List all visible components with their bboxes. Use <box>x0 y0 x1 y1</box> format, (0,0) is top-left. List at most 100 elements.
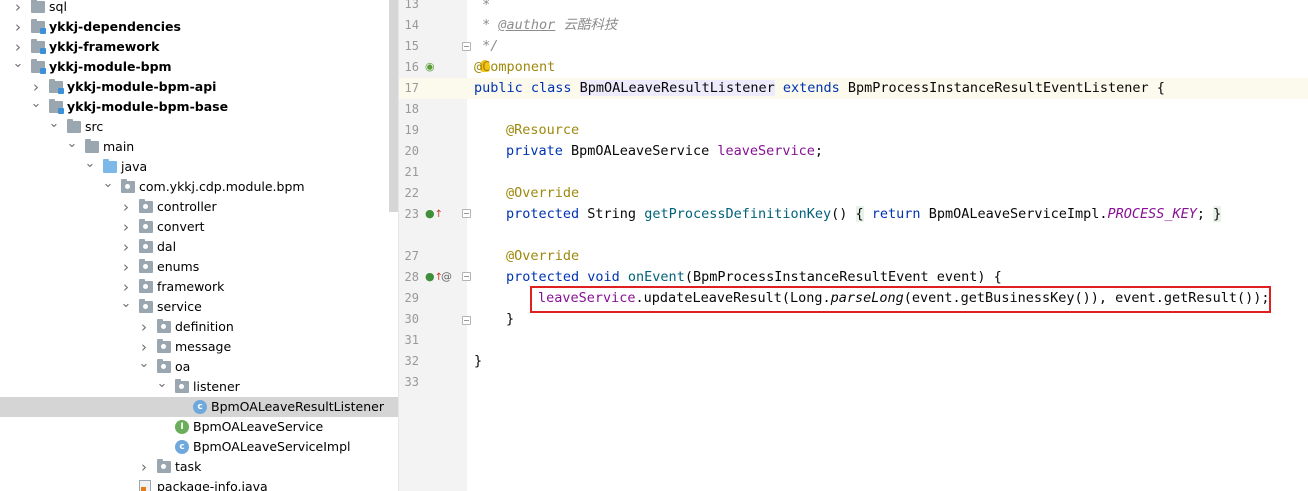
chevron-down-icon[interactable]: ⌄ <box>120 297 132 317</box>
annotation: @Override <box>506 248 580 264</box>
keyword: protected <box>506 206 588 222</box>
fold-marker[interactable] <box>462 42 471 51</box>
code-line-28[interactable]: protected void onEvent(BpmProcessInstanc… <box>506 267 1002 288</box>
type-name: String <box>587 206 645 222</box>
package-folder-icon <box>175 379 189 393</box>
tree-item-label: sql <box>49 0 67 14</box>
highlight-box <box>530 286 1271 313</box>
tree-item[interactable]: ⌄ src <box>0 117 398 137</box>
chevron-right-icon[interactable]: › <box>120 237 132 257</box>
code-editor[interactable]: 13 14 15 16 17 18 19 20 21 22 23 27 28 29 30 31 32 33 ◉ ●… <box>399 0 1308 491</box>
tree-item[interactable]: c BpmOALeaveServiceImpl <box>0 437 398 457</box>
tree-item[interactable]: › framework <box>0 277 398 297</box>
code-line-27[interactable]: @Override <box>506 246 579 267</box>
line-number: 19 <box>404 123 419 137</box>
tree-item-label: BpmOALeaveService <box>193 419 324 434</box>
chevron-right-icon[interactable]: › <box>30 77 42 97</box>
tree-item-label: oa <box>175 359 191 374</box>
code-line-30[interactable]: } <box>506 309 514 330</box>
comment: * <box>474 17 499 33</box>
folded-brace[interactable]: } <box>1213 206 1222 222</box>
chevron-down-icon[interactable]: ⌄ <box>156 377 168 397</box>
tree-item[interactable]: › controller <box>0 197 398 217</box>
at-icon[interactable]: @ <box>441 270 452 284</box>
chevron-right-icon[interactable]: › <box>138 317 150 337</box>
spring-bean-icon[interactable]: ◉ <box>425 60 435 74</box>
tree-item-label: ykkj-module-bpm <box>49 59 172 74</box>
tree-item[interactable]: ⌄ main <box>0 137 398 157</box>
chevron-right-icon[interactable]: › <box>120 277 132 297</box>
superclass-name: BpmProcessInstanceResultEventListener { <box>847 80 1165 96</box>
tree-item[interactable]: ⌄ ykkj-module-bpm <box>0 57 398 77</box>
package-folder-icon <box>139 239 153 253</box>
class-name: BpmOALeaveServiceImpl. <box>928 206 1108 222</box>
tree-item[interactable]: › dal <box>0 237 398 257</box>
tree-item[interactable]: › ykkj-module-bpm-api <box>0 77 398 97</box>
tree-item[interactable]: package-info.java <box>0 477 398 491</box>
fold-marker[interactable] <box>462 209 471 218</box>
module-folder-icon <box>49 99 64 114</box>
chevron-right-icon[interactable]: › <box>138 337 150 357</box>
chevron-down-icon[interactable]: ⌄ <box>138 357 150 377</box>
tree-scrollbar[interactable] <box>389 0 398 212</box>
module-folder-icon <box>49 79 64 94</box>
tree-item[interactable]: › sql <box>0 0 398 17</box>
chevron-down-icon[interactable]: ⌄ <box>66 137 78 157</box>
chevron-right-icon[interactable]: › <box>120 217 132 237</box>
tree-item[interactable]: › task <box>0 457 398 477</box>
code-line-32[interactable]: } <box>474 351 482 372</box>
line-number: 28 <box>404 270 419 284</box>
tree-item[interactable]: c BpmOALeaveResultListener <box>0 397 398 417</box>
chevron-right-icon[interactable]: › <box>120 197 132 217</box>
fold-marker[interactable] <box>462 272 471 281</box>
chevron-down-icon[interactable]: ⌄ <box>84 157 96 177</box>
chevron-right-icon[interactable]: › <box>12 0 24 17</box>
annotation: Component <box>482 59 556 75</box>
tree-item[interactable]: ⌄ com.ykkj.cdp.module.bpm <box>0 177 398 197</box>
tree-item[interactable]: ⌄ listener <box>0 377 398 397</box>
chevron-right-icon[interactable]: › <box>120 257 132 277</box>
tree-item-label: definition <box>175 319 234 334</box>
tree-item[interactable]: › message <box>0 337 398 357</box>
chevron-right-icon[interactable]: › <box>12 17 24 37</box>
chevron-down-icon[interactable]: ⌄ <box>48 117 60 137</box>
override-implement-icon[interactable]: ●↑ <box>425 207 443 222</box>
code-line-19[interactable]: @Resource <box>506 120 579 141</box>
tree-item[interactable]: ⌄ java <box>0 157 398 177</box>
method-params: (BpmProcessInstanceResultEvent event) { <box>684 269 1002 285</box>
tree-item-label: dal <box>157 239 177 254</box>
chevron-right-icon[interactable]: › <box>12 37 24 57</box>
tree-item[interactable]: › ykkj-framework <box>0 37 398 57</box>
code-line-13[interactable]: * <box>474 0 490 16</box>
tree-item[interactable]: › enums <box>0 257 398 277</box>
interface-icon: I <box>175 420 189 434</box>
tree-item[interactable]: ⌄ ykkj-module-bpm-base <box>0 97 398 117</box>
chevron-down-icon[interactable]: ⌄ <box>102 177 114 197</box>
code-line-17[interactable]: public class BpmOALeaveResultListener ex… <box>474 78 1165 99</box>
tree-item[interactable]: › definition <box>0 317 398 337</box>
method-name: getProcessDefinitionKey <box>644 206 832 222</box>
method-name: onEvent <box>627 269 685 285</box>
chevron-down-icon[interactable]: ⌄ <box>12 57 24 77</box>
chevron-right-icon[interactable]: › <box>138 457 150 477</box>
tree-item[interactable]: I BpmOALeaveService <box>0 417 398 437</box>
code-line-20[interactable]: private BpmOALeaveService leaveService; <box>506 141 823 162</box>
code-line-22[interactable]: @Override <box>506 183 579 204</box>
class-icon: c <box>175 440 189 454</box>
line-number: 22 <box>404 186 419 200</box>
annotation: @Override <box>506 185 580 201</box>
package-folder-icon <box>157 319 171 333</box>
code-line-23[interactable]: protected String getProcessDefinitionKey… <box>506 204 1222 225</box>
tree-item[interactable]: › convert <box>0 217 398 237</box>
tree-item[interactable]: › ykkj-dependencies <box>0 17 398 37</box>
chevron-down-icon[interactable]: ⌄ <box>30 97 42 117</box>
folded-brace[interactable]: { <box>855 206 864 222</box>
keyword: public class <box>474 80 580 96</box>
java-folder-icon <box>103 159 117 173</box>
tree-item[interactable]: ⌄ oa <box>0 357 398 377</box>
tree-item[interactable]: ⌄ service <box>0 297 398 317</box>
code-line-15[interactable]: */ <box>474 36 498 57</box>
fold-marker[interactable] <box>462 316 471 325</box>
code-line-16[interactable]: @Component <box>474 57 555 78</box>
code-line-14[interactable]: * @author 云酷科技 <box>474 15 617 36</box>
